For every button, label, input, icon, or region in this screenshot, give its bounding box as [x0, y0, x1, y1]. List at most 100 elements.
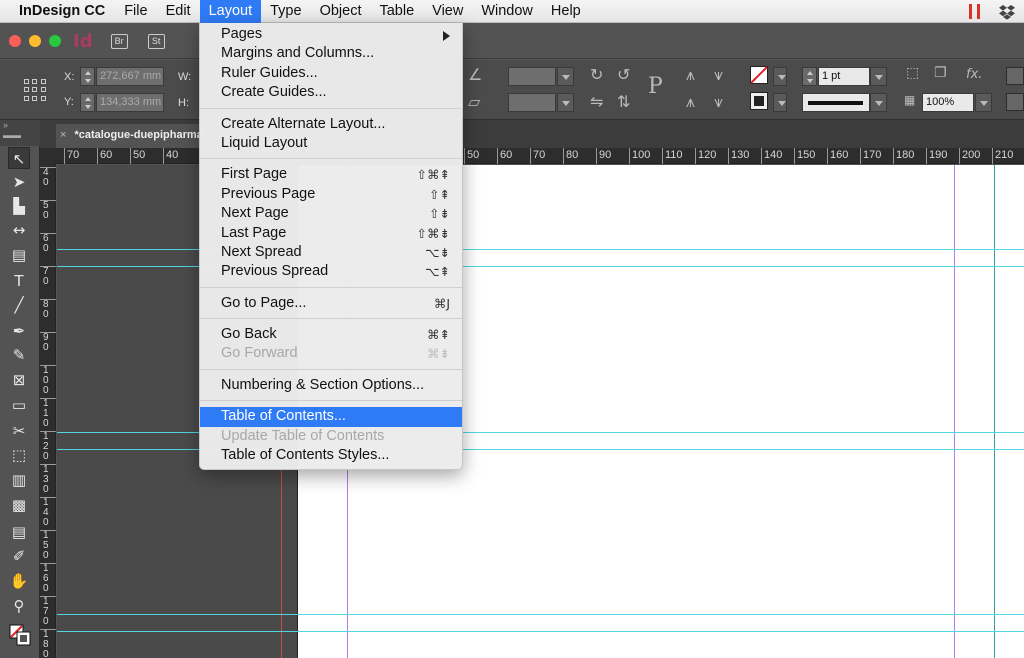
menu-layout[interactable]: Layout [199, 0, 262, 23]
pencil-tool-icon[interactable]: ✎ [8, 344, 30, 366]
opacity-dropdown[interactable] [975, 93, 992, 112]
fill-none-swatch[interactable] [750, 66, 768, 84]
stroke-weight-field[interactable]: 1 pt [818, 67, 870, 86]
fill-dropdown[interactable] [773, 67, 787, 86]
column-guide[interactable] [954, 165, 955, 658]
rotation-field[interactable] [508, 67, 556, 86]
rectangle-tool-icon[interactable]: ▭ [8, 394, 30, 416]
menu-help[interactable]: Help [542, 0, 590, 23]
stroke-swatch[interactable] [750, 92, 768, 110]
flip-horizontal-icon[interactable]: ⇋ [590, 92, 603, 111]
flip-vertical-icon[interactable]: ⇅ [617, 92, 630, 111]
scissors-tool-icon[interactable]: ✂ [8, 420, 30, 442]
ruler-tick: 50 [40, 200, 56, 221]
select-previous-icon[interactable]: ⩚ [686, 92, 695, 112]
menu-file[interactable]: File [115, 0, 156, 23]
opacity-field[interactable]: 100% [922, 93, 974, 112]
selection-tool-icon[interactable]: ↖ [8, 147, 30, 169]
stroke-weight-dropdown[interactable] [870, 67, 887, 86]
minimize-window-button[interactable] [29, 35, 41, 47]
rectangle-frame-tool-icon[interactable]: ⊠ [8, 369, 30, 391]
shear-field[interactable] [508, 93, 556, 112]
app-menu[interactable]: InDesign CC [0, 3, 115, 19]
line-tool-icon[interactable]: ╱ [8, 294, 30, 316]
menu-item-numbering-section-options[interactable]: Numbering & Section Options... [200, 376, 462, 395]
stroke-weight-stepper[interactable] [802, 67, 817, 86]
stroke-dropdown[interactable] [773, 93, 787, 112]
menu-item-table-of-contents[interactable]: Table of Contents... [200, 407, 462, 427]
direct-selection-tool-icon[interactable]: ➤ [8, 171, 30, 193]
menu-window[interactable]: Window [472, 0, 542, 23]
menu-item-go-back[interactable]: Go Back ⌘⇞ [200, 325, 462, 344]
shear-dropdown[interactable] [557, 93, 574, 112]
menu-item-pages[interactable]: Pages [200, 25, 462, 44]
tools-panel-grip[interactable]: » ▬▬ [0, 120, 40, 146]
menu-type[interactable]: Type [261, 0, 310, 23]
select-container-icon[interactable]: ⩚ [686, 65, 695, 85]
y-stepper[interactable] [80, 93, 95, 112]
x-field[interactable]: 272,667 mm [96, 67, 164, 86]
menu-table[interactable]: Table [370, 0, 423, 23]
panel-icon-bottom[interactable] [1006, 93, 1024, 111]
page-tool-icon[interactable]: ▙ [8, 195, 30, 217]
ruler-guide[interactable] [57, 614, 1024, 615]
x-stepper[interactable] [80, 67, 95, 86]
zoom-tool-icon[interactable]: ⚲ [8, 595, 30, 617]
menu-item-label: Liquid Layout [221, 134, 308, 151]
y-field[interactable]: 134,333 mm [96, 93, 164, 112]
gradient-swatch-tool-icon[interactable]: ▥ [8, 469, 30, 491]
select-next-icon[interactable]: ⩛ [714, 92, 723, 112]
bridge-button[interactable]: Br [110, 33, 128, 49]
rotate-cw-icon[interactable]: ↻ [590, 65, 603, 84]
close-tab-icon[interactable]: × [60, 129, 66, 141]
type-tool-icon[interactable]: T [8, 270, 30, 292]
select-content-icon[interactable]: ⩛ [714, 65, 723, 85]
frame-fitting-icon[interactable]: ⬚ [906, 65, 919, 81]
hand-tool-icon[interactable]: ✋ [8, 570, 30, 592]
menu-item-liquid-layout[interactable]: Liquid Layout [200, 134, 462, 153]
rotation-dropdown[interactable] [557, 67, 574, 86]
menu-item-next-page[interactable]: Next Page ⇧⇟ [200, 204, 462, 223]
menu-item-first-page[interactable]: First Page ⇧⌘⇞ [200, 165, 462, 184]
menu-item-ruler-guides[interactable]: Ruler Guides... [200, 64, 462, 83]
fill-stroke-swatch-icon[interactable] [9, 624, 31, 646]
ruler-origin[interactable] [40, 148, 56, 164]
menu-object[interactable]: Object [311, 0, 371, 23]
gap-tool-icon[interactable]: ↔ [8, 219, 30, 241]
gradient-feather-tool-icon[interactable]: ▩ [8, 494, 30, 516]
effects-fx-button[interactable]: fx. [966, 67, 982, 82]
pen-tool-icon[interactable]: ✒ [8, 320, 30, 342]
stock-button[interactable]: St [147, 33, 165, 49]
horizontal-ruler[interactable]: 70 60 50 40 50 60 70 80 90 100 110 120 1… [40, 148, 1024, 164]
note-tool-icon[interactable]: ▤ [8, 521, 30, 543]
margin-guide[interactable] [994, 165, 995, 658]
reference-point-icon[interactable] [24, 79, 46, 101]
stroke-type-field[interactable] [802, 93, 870, 112]
panel-icon-top[interactable] [1006, 67, 1024, 85]
ruler-guide[interactable] [57, 631, 1024, 632]
eyedropper-tool-icon[interactable]: ✐ [8, 545, 30, 567]
pause-icon[interactable] [969, 4, 980, 19]
reference-p-icon[interactable]: P [648, 74, 663, 99]
menu-item-go-to-page[interactable]: Go to Page... ⌘J [200, 294, 462, 313]
menu-item-table-of-contents-styles[interactable]: Table of Contents Styles... [200, 446, 462, 465]
menu-item-margins-columns[interactable]: Margins and Columns... [200, 44, 462, 63]
drop-shadow-icon[interactable]: ❐ [934, 65, 947, 81]
menu-view[interactable]: View [423, 0, 472, 23]
dropbox-icon[interactable] [998, 4, 1016, 20]
free-transform-tool-icon[interactable]: ⬚ [8, 444, 30, 466]
vertical-ruler[interactable]: 40 50 60 70 80 90 100 110 120 130 140 15… [40, 164, 56, 658]
menu-item-previous-page[interactable]: Previous Page ⇧⇞ [200, 185, 462, 204]
stroke-type-dropdown[interactable] [870, 93, 887, 112]
menu-item-create-guides[interactable]: Create Guides... [200, 83, 462, 102]
content-collector-icon[interactable]: ▤ [8, 244, 30, 266]
menu-item-next-spread[interactable]: Next Spread ⌥⇟ [200, 243, 462, 262]
menu-item-last-page[interactable]: Last Page ⇧⌘⇟ [200, 224, 462, 243]
menu-item-previous-spread[interactable]: Previous Spread ⌥⇞ [200, 262, 462, 281]
menu-item-create-alternate-layout[interactable]: Create Alternate Layout... [200, 115, 462, 134]
close-window-button[interactable] [9, 35, 21, 47]
document-tab[interactable]: × *catalogue-duepipharma [56, 124, 206, 148]
rotate-ccw-icon[interactable]: ↺ [617, 65, 630, 84]
zoom-window-button[interactable] [49, 35, 61, 47]
menu-edit[interactable]: Edit [157, 0, 200, 23]
